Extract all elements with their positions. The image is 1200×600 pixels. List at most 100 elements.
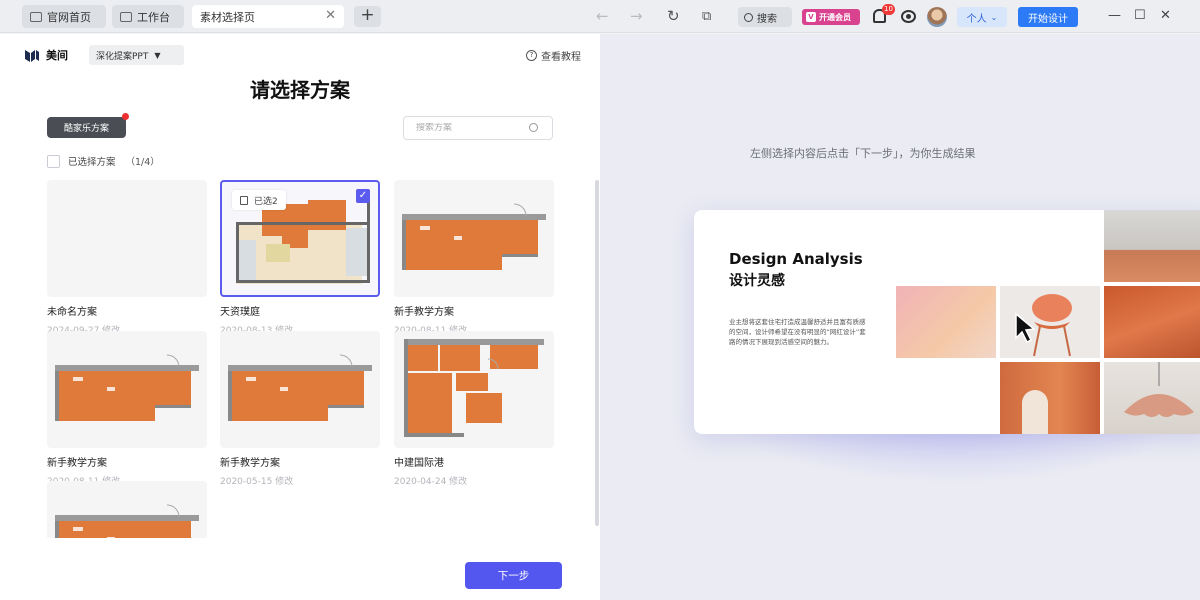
pink-texture-image [896,286,996,358]
help-icon: ? [526,50,537,61]
plan-thumbnail[interactable]: 已选2 ✓ [220,180,380,297]
title-bar: 官网首页 工作台 素材选择页 ✕ + ← → ↻ ⧉ 搜索 V 开通会员 10 … [0,0,1200,33]
plan-selection-panel: 美间 深化提案PPT ▼ ? 查看教程 请选择方案 酷家乐方案 已选择方案 （1… [0,34,600,600]
personal-dropdown[interactable]: 个人 ⌄ [957,7,1007,27]
copy-window-icon[interactable]: ⧉ [702,8,711,25]
new-tab-button[interactable]: + [354,6,381,27]
eye-icon[interactable] [901,10,916,23]
plan-card[interactable]: 新手教学方案 2020-08-11 修改 [394,180,554,336]
personal-label: 个人 [966,13,987,25]
slide-body-text: 业主想将这套住宅打造成温馨舒适并且富有质感的空间，设计师希望在没有明显的“网红设… [729,318,866,346]
tutorial-label: 查看教程 [541,52,581,63]
plan-date: 2020-04-24 修改 [394,477,468,487]
tab-workbench[interactable]: 工作台 [112,5,184,28]
kitchen-image [1104,210,1200,282]
floor-plan-illustration [228,354,372,421]
floor-plan-illustration [404,339,544,437]
refresh-icon[interactable]: ↻ [667,8,680,25]
plan-card[interactable]: 新手教学方案 2020-08-11 修改 [47,331,207,487]
logo-icon [25,50,39,62]
search-button[interactable]: 搜索 [738,7,792,27]
floor-plan-illustration [55,354,199,421]
logo-text: 美间 [46,49,68,62]
checked-icon[interactable]: ✓ [356,189,370,203]
tab-material-select[interactable]: 素材选择页 ✕ [192,5,344,28]
orange-room-image [1104,286,1200,358]
selected-chip-label: 已选2 [254,196,278,207]
vip-label: 开通会员 [819,12,851,22]
plan-card[interactable] [47,481,207,538]
start-design-button[interactable]: 开始设计 [1018,7,1078,27]
plan-card[interactable]: 中建国际港 2020-04-24 修改 [394,331,554,487]
preview-hint: 左侧选择内容后点击「下一步」，为你生成结果 [750,147,976,160]
search-icon [744,12,753,22]
plan-name: 未命名方案 [47,307,97,318]
preview-panel: 左侧选择内容后点击「下一步」，为你生成结果 Design Analysis 设计… [600,34,1200,600]
slide-title-cn: 设计灵感 [729,273,785,289]
next-step-button[interactable]: 下一步 [465,562,562,589]
maximize-icon[interactable]: ☐ [1134,8,1146,24]
floor-plan-illustration [402,203,546,270]
preview-slide: Design Analysis 设计灵感 业主想将这套住宅打造成温馨舒适并且富有… [694,210,1200,434]
chevron-down-icon: ⌄ [990,12,998,22]
close-tab-icon[interactable]: ✕ [325,8,336,23]
chair-illustration [1015,294,1072,357]
caret-down-icon: ▼ [154,50,161,60]
close-window-icon[interactable]: ✕ [1160,8,1171,24]
plan-name: 天资璞庭 [220,307,260,318]
floor-plan-illustration [55,504,199,538]
ppt-type-select[interactable]: 深化提案PPT ▼ [89,45,184,65]
plan-card-selected[interactable]: 已选2 ✓ 天资璞庭 2020-08-13 修改 [220,180,380,336]
forward-arrow-icon[interactable]: → [630,8,643,25]
chair-image [1000,286,1100,358]
plan-card[interactable]: 未命名方案 2024-09-27 修改 [47,180,207,336]
select-all-checkbox[interactable] [47,154,60,168]
lamp-illustration [1124,362,1194,417]
tab-kujiale-plans[interactable]: 酷家乐方案 [47,117,126,138]
tab-label: 素材选择页 [200,10,255,24]
tab-official-home[interactable]: 官网首页 [22,5,106,28]
tutorial-link[interactable]: ? 查看教程 [526,48,581,63]
plan-date: 2020-05-15 修改 [220,477,294,487]
pendant-lamp-image [1104,362,1200,434]
plan-name: 新手教学方案 [394,307,454,318]
notification-badge: 10 [882,4,895,15]
tab-label: 工作台 [137,10,170,24]
avatar[interactable] [927,7,947,27]
minimize-icon[interactable]: — [1108,8,1121,24]
slide-title-en: Design Analysis [729,250,863,268]
selected-plans-row: 已选择方案 （1/4） [47,154,160,168]
plan-thumbnail[interactable] [394,331,554,448]
vip-icon: V [806,12,816,22]
plan-thumbnail[interactable] [47,331,207,448]
search-icon[interactable] [529,123,538,132]
edit-icon [240,195,248,205]
scrollbar[interactable] [595,180,599,526]
ppt-type-value: 深化提案PPT [96,51,149,62]
arch-shape [1022,390,1048,434]
plan-search-input[interactable] [416,123,516,133]
plan-name: 新手教学方案 [47,458,107,469]
plan-grid: 未命名方案 2024-09-27 修改 已选2 [0,174,600,538]
selected-label: 已选择方案 [68,157,116,168]
plan-thumbnail[interactable] [394,180,554,297]
plan-name: 新手教学方案 [220,458,280,469]
notification-dot [122,113,129,120]
plan-thumbnail[interactable] [47,180,207,297]
plan-search-field[interactable] [403,116,553,140]
home-icon [30,11,42,22]
plan-name: 中建国际港 [394,458,444,469]
plan-thumbnail[interactable] [220,331,380,448]
selected-chip: 已选2 [232,190,286,210]
search-label: 搜索 [757,13,777,25]
selected-count: （1/4） [125,157,160,168]
page-title: 请选择方案 [250,78,350,102]
tab-label: 官网首页 [47,10,91,24]
vip-button[interactable]: V 开通会员 [802,9,860,25]
monitor-icon [120,11,132,22]
plan-card[interactable]: 新手教学方案 2020-05-15 修改 [220,331,380,487]
app-logo: 美间 [24,47,68,63]
back-arrow-icon[interactable]: ← [596,8,609,25]
arch-door-image [1000,362,1100,434]
plan-thumbnail[interactable] [47,481,207,538]
